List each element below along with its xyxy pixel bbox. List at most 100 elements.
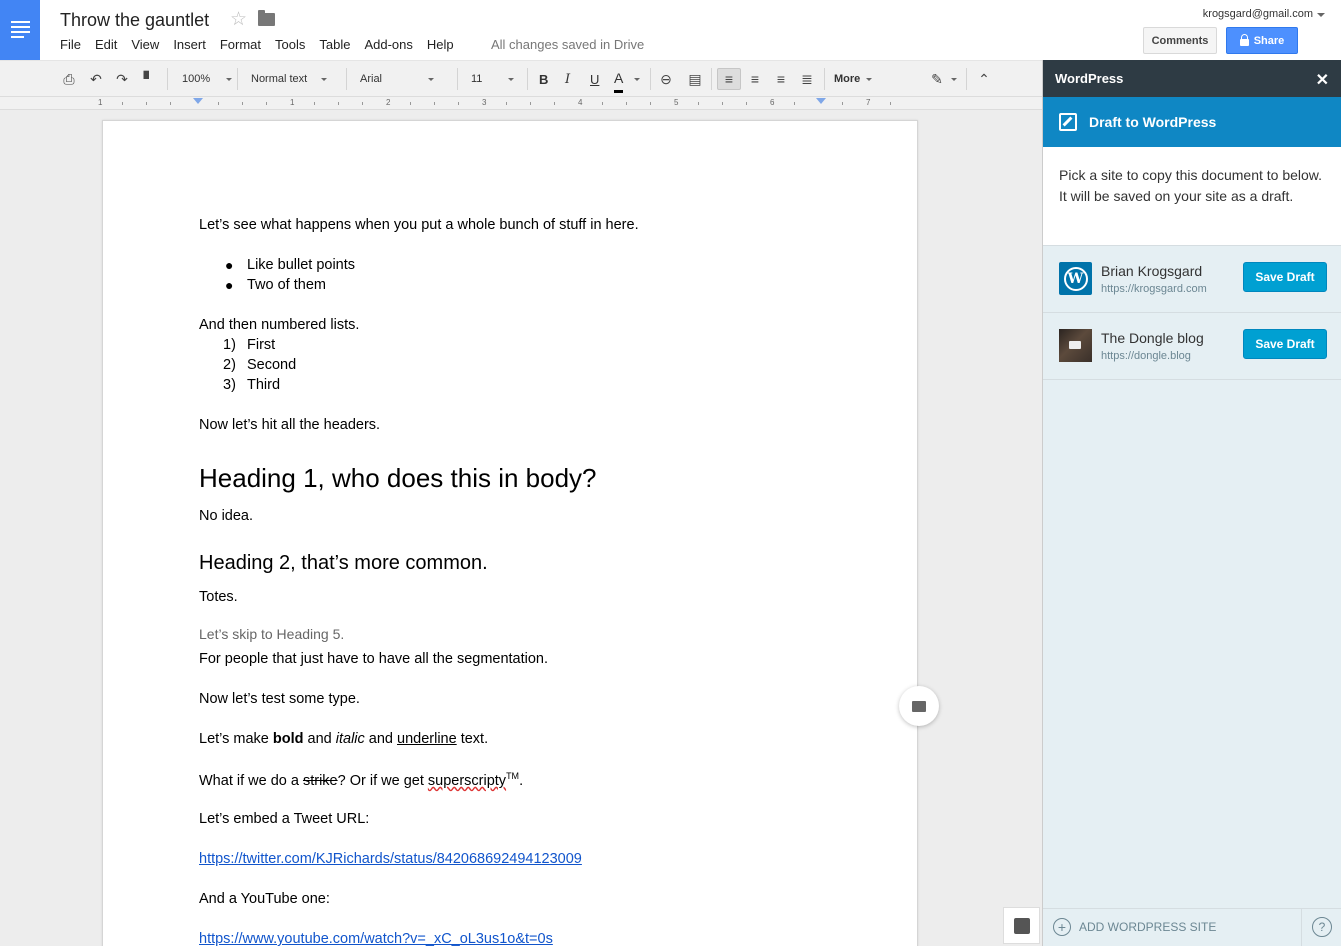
print-icon[interactable]: ⎙ bbox=[61, 61, 77, 97]
document-page[interactable]: Let’s see what happens when you put a wh… bbox=[102, 120, 918, 946]
star-icon[interactable]: ☆ bbox=[230, 8, 247, 31]
underline-text: underline bbox=[397, 731, 457, 747]
underline-button[interactable]: U bbox=[590, 61, 599, 97]
align-left-icon[interactable]: ≡ bbox=[717, 61, 741, 97]
list-item[interactable]: First bbox=[247, 337, 275, 353]
site-url[interactable]: https://krogsgard.com bbox=[1101, 283, 1207, 295]
menu-insert[interactable]: Insert bbox=[173, 37, 206, 52]
undo-icon[interactable]: ↶ bbox=[88, 61, 104, 97]
superscript-text: TM bbox=[506, 771, 520, 781]
ruler-label: 6 bbox=[770, 98, 775, 107]
right-indent-marker-icon[interactable] bbox=[816, 98, 826, 104]
bold-button[interactable]: B bbox=[539, 61, 548, 97]
editing-mode-pencil-icon[interactable]: ✎ bbox=[929, 61, 957, 97]
style-select[interactable]: Normal text bbox=[251, 61, 328, 97]
share-button[interactable]: Share bbox=[1226, 27, 1298, 54]
site-thumbnail bbox=[1059, 329, 1092, 362]
collapse-menu-icon[interactable]: ⌃ bbox=[976, 61, 992, 97]
google-docs-app: Throw the gauntlet ☆ File Edit View Inse… bbox=[0, 0, 1341, 946]
paragraph[interactable]: Let’s embed a Tweet URL: bbox=[199, 811, 369, 827]
add-wordpress-site-button[interactable]: + ADD WORDPRESS SITE bbox=[1053, 918, 1216, 936]
indent-marker-icon[interactable] bbox=[193, 98, 203, 104]
save-draft-button[interactable]: Save Draft bbox=[1243, 329, 1327, 359]
youtube-link[interactable]: https://www.youtube.com/watch?v=_xC_oL3u… bbox=[199, 931, 553, 946]
paragraph[interactable]: Now let’s test some type. bbox=[199, 691, 360, 707]
paragraph[interactable]: For people that just have to have all th… bbox=[199, 651, 548, 667]
text-color-caret-icon[interactable] bbox=[632, 61, 640, 97]
formatted-paragraph[interactable]: What if we do a strike? Or if we get sup… bbox=[199, 771, 523, 789]
text-color-button[interactable]: A bbox=[614, 65, 624, 93]
link-icon[interactable]: ⊖ bbox=[658, 61, 674, 97]
ruler-label: 4 bbox=[578, 98, 583, 107]
align-center-icon[interactable]: ≡ bbox=[747, 61, 763, 97]
menu-view[interactable]: View bbox=[131, 37, 159, 52]
ruler[interactable]: 1 1 2 3 4 5 6 7 bbox=[0, 97, 1042, 110]
account-email[interactable]: krogsgard@gmail.com bbox=[1203, 8, 1313, 20]
account-caret-icon[interactable] bbox=[1317, 13, 1325, 17]
paragraph[interactable]: No idea. bbox=[199, 508, 253, 524]
document-title[interactable]: Throw the gauntlet bbox=[60, 10, 209, 31]
docs-home-icon[interactable] bbox=[0, 0, 40, 60]
menu-tools[interactable]: Tools bbox=[275, 37, 305, 52]
comment-icon bbox=[912, 700, 926, 712]
explore-icon bbox=[1013, 917, 1030, 934]
help-icon[interactable]: ? bbox=[1312, 917, 1332, 937]
paragraph[interactable]: Now let’s hit all the headers. bbox=[199, 417, 380, 433]
list-item[interactable]: Second bbox=[247, 357, 296, 373]
align-right-icon[interactable]: ≡ bbox=[773, 61, 789, 97]
wordpress-logo-icon: W bbox=[1059, 262, 1092, 295]
menu-format[interactable]: Format bbox=[220, 37, 261, 52]
redo-icon[interactable]: ↷ bbox=[114, 61, 130, 97]
close-icon[interactable]: ✕ bbox=[1316, 70, 1329, 90]
wordpress-sidebar: WordPress ✕ Draft to WordPress Pick a si… bbox=[1042, 60, 1341, 946]
list-item[interactable]: Third bbox=[247, 377, 280, 393]
heading-2[interactable]: Heading 2, that’s more common. bbox=[199, 552, 488, 575]
toolbar: ⎙ ↶ ↷ ▘ 100% Normal text Arial 11 B I U … bbox=[0, 60, 1042, 97]
ruler-label: 5 bbox=[674, 98, 679, 107]
folder-icon[interactable] bbox=[258, 10, 275, 26]
insert-comment-icon[interactable]: ▤ bbox=[687, 61, 703, 97]
save-draft-button[interactable]: Save Draft bbox=[1243, 262, 1327, 292]
font-select[interactable]: Arial bbox=[360, 61, 435, 97]
ruler-label: 7 bbox=[866, 98, 871, 107]
list-item[interactable]: Two of them bbox=[247, 277, 326, 293]
paragraph[interactable]: Totes. bbox=[199, 589, 238, 605]
align-justify-icon[interactable]: ≣ bbox=[799, 61, 815, 97]
list-item[interactable]: Like bullet points bbox=[247, 257, 355, 273]
paragraph[interactable]: And then numbered lists. bbox=[199, 317, 359, 333]
ruler-label: 1 bbox=[290, 98, 295, 107]
menu-addons[interactable]: Add-ons bbox=[364, 37, 412, 52]
paint-format-icon[interactable]: ▘ bbox=[141, 61, 157, 97]
explore-button[interactable] bbox=[1003, 907, 1040, 944]
paragraph[interactable]: Let’s see what happens when you put a wh… bbox=[199, 217, 639, 233]
plus-circle-icon: + bbox=[1053, 918, 1071, 936]
menu-file[interactable]: File bbox=[60, 37, 81, 52]
sidebar-description: Pick a site to copy this document to bel… bbox=[1043, 147, 1341, 246]
menu-help[interactable]: Help bbox=[427, 37, 454, 52]
zoom-select[interactable]: 100% bbox=[182, 61, 233, 97]
ruler-label: 1 bbox=[98, 98, 103, 107]
italic-text: italic bbox=[335, 731, 365, 747]
list-number: 1) bbox=[223, 337, 236, 353]
sidebar-footer: + ADD WORDPRESS SITE ? bbox=[1043, 908, 1341, 946]
italic-button[interactable]: I bbox=[565, 61, 570, 97]
app-header: Throw the gauntlet ☆ File Edit View Inse… bbox=[0, 0, 1341, 60]
site-name: Brian Krogsgard bbox=[1101, 263, 1203, 279]
misspelled-text: superscripty bbox=[427, 772, 507, 789]
bullet-icon: ● bbox=[225, 257, 234, 273]
paragraph[interactable]: And a YouTube one: bbox=[199, 891, 330, 907]
menu-edit[interactable]: Edit bbox=[95, 37, 117, 52]
bullet-icon: ● bbox=[225, 277, 234, 293]
draft-banner: Draft to WordPress bbox=[1043, 97, 1341, 147]
tweet-link[interactable]: https://twitter.com/KJRichards/status/84… bbox=[199, 851, 582, 867]
add-comment-button[interactable] bbox=[899, 686, 939, 726]
comments-button[interactable]: Comments bbox=[1143, 27, 1217, 54]
site-url[interactable]: https://dongle.blog bbox=[1101, 350, 1191, 362]
heading-5[interactable]: Let’s skip to Heading 5. bbox=[199, 626, 344, 642]
save-status[interactable]: All changes saved in Drive bbox=[491, 37, 644, 52]
heading-1[interactable]: Heading 1, who does this in body? bbox=[199, 463, 597, 494]
font-size-select[interactable]: 11 bbox=[471, 61, 515, 97]
more-menu[interactable]: More bbox=[834, 61, 873, 97]
formatted-paragraph[interactable]: Let’s make bold and italic and underline… bbox=[199, 731, 488, 747]
menu-table[interactable]: Table bbox=[319, 37, 350, 52]
